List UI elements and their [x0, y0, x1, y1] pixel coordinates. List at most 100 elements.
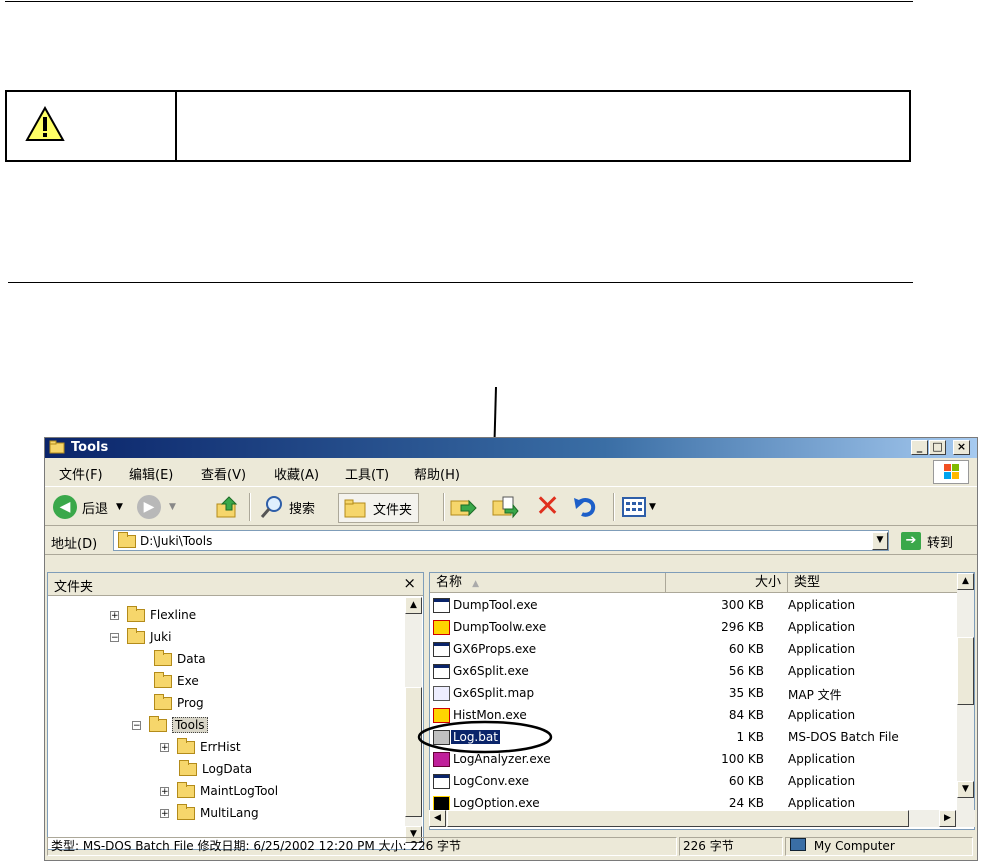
tree-item-prog[interactable]: Prog	[154, 693, 204, 713]
address-dropdown-icon[interactable]: ▼	[872, 532, 888, 550]
tree-item-exe[interactable]: Exe	[154, 671, 199, 691]
status-bar: 类型: MS-DOS Batch File 修改日期: 6/25/2002 12…	[47, 835, 975, 857]
folder-icon	[179, 759, 197, 776]
column-header-type[interactable]: 类型	[788, 573, 958, 593]
toolbar-separator	[443, 493, 445, 521]
column-header-name[interactable]: 名称 ▲	[430, 573, 666, 593]
folder-icon	[177, 803, 195, 820]
dump-tool-icon	[433, 620, 450, 635]
file-type: Application	[788, 774, 856, 788]
tree-item-data[interactable]: Data	[154, 649, 206, 669]
file-name: Gx6Split.exe	[453, 664, 529, 678]
menu-edit[interactable]: 编辑(E)	[129, 464, 173, 483]
expand-icon[interactable]: +	[160, 786, 169, 796]
address-field[interactable]: D:\Juki\Tools	[113, 530, 889, 551]
menu-favorites[interactable]: 收藏(A)	[274, 464, 319, 483]
file-size: 84 KB	[728, 708, 764, 722]
scroll-right-icon[interactable]: ▶	[939, 810, 956, 827]
application-icon	[433, 642, 450, 657]
file-row[interactable]: Gx6Split.exe 56 KB Application	[430, 661, 958, 683]
menu-bar: 文件(F) 编辑(E) 查看(V) 收藏(A) 工具(T) 帮助(H)	[45, 460, 977, 484]
tree-label: Prog	[177, 696, 204, 710]
tree-label: Tools	[172, 717, 208, 733]
back-button[interactable]: ◀ 后退 ▼	[53, 493, 123, 521]
file-row[interactable]: Gx6Split.map 35 KB MAP 文件	[430, 683, 958, 705]
tree-label: LogData	[202, 762, 253, 776]
menu-tools[interactable]: 工具(T)	[345, 464, 389, 483]
title-bar[interactable]: Tools _ □ ×	[45, 438, 977, 458]
file-row[interactable]: DumpTool.exe 300 KB Application	[430, 595, 958, 617]
scroll-down-icon[interactable]: ▼	[957, 781, 974, 798]
file-type: MS-DOS Batch File	[788, 730, 899, 744]
go-label: 转到	[927, 535, 954, 551]
column-header-size[interactable]: 大小	[666, 573, 788, 593]
tree-item-maintlogtool[interactable]: + MaintLogTool	[160, 781, 278, 801]
up-folder-button[interactable]	[215, 493, 239, 521]
expand-icon[interactable]: +	[160, 808, 169, 818]
application-icon	[433, 664, 450, 679]
go-button[interactable]: ➔ 转到	[901, 531, 953, 551]
file-size: 60 KB	[728, 642, 764, 656]
undo-button[interactable]	[573, 493, 599, 521]
tree-item-juki[interactable]: − Juki	[110, 627, 171, 647]
collapse-icon[interactable]: −	[110, 632, 119, 642]
folder-icon	[177, 781, 195, 798]
back-label: 后退	[82, 501, 109, 517]
views-dropdown-icon[interactable]: ▼	[649, 502, 656, 512]
minimize-button[interactable]: _	[911, 440, 928, 455]
scroll-thumb[interactable]	[447, 810, 909, 827]
close-button[interactable]: ×	[953, 440, 970, 455]
file-row[interactable]: LogConv.exe 60 KB Application	[430, 771, 958, 793]
status-info: 类型: MS-DOS Batch File 修改日期: 6/25/2002 12…	[47, 837, 677, 856]
forward-button[interactable]: ▶ ▼	[137, 493, 176, 521]
views-button[interactable]: ▼	[621, 493, 656, 521]
file-list-scrollbar[interactable]: ▲ ▼	[957, 573, 974, 813]
search-label: 搜索	[289, 501, 316, 517]
scroll-up-icon[interactable]: ▲	[405, 597, 422, 614]
tree-label: MaintLogTool	[200, 784, 279, 798]
menu-help[interactable]: 帮助(H)	[414, 464, 460, 483]
folder-pane-title: 文件夹	[54, 580, 94, 595]
tree-item-flexline[interactable]: + Flexline	[110, 605, 196, 625]
forward-dropdown-icon[interactable]: ▼	[169, 502, 176, 512]
search-button[interactable]: 搜索	[259, 493, 315, 521]
file-type: Application	[788, 598, 856, 612]
computer-icon	[790, 838, 806, 851]
top-rule	[5, 1, 913, 2]
tree-item-errhist[interactable]: + ErrHist	[160, 737, 241, 757]
scroll-left-icon[interactable]: ◀	[429, 810, 446, 827]
expand-icon[interactable]: +	[110, 610, 119, 620]
collapse-icon[interactable]: −	[132, 720, 141, 730]
file-name: LogOption.exe	[453, 796, 540, 810]
folder-pane-close-button[interactable]: ×	[403, 574, 416, 592]
application-icon	[433, 774, 450, 789]
tree-item-logdata[interactable]: LogData	[179, 759, 252, 779]
tree-label: Exe	[177, 674, 199, 688]
tree-item-multilang[interactable]: + MultiLang	[160, 803, 259, 823]
file-row[interactable]: GX6Props.exe 60 KB Application	[430, 639, 958, 661]
file-type: MAP 文件	[788, 688, 842, 702]
address-bar: 地址(D) D:\Juki\Tools ▼ ➔ 转到	[45, 527, 977, 555]
expand-icon[interactable]: +	[160, 742, 169, 752]
log-option-icon	[433, 796, 450, 811]
tree-item-tools[interactable]: − Tools	[132, 715, 208, 735]
folder-icon	[154, 693, 172, 710]
file-list-horizontal-scrollbar[interactable]: ◀ ▶	[429, 810, 975, 827]
scroll-thumb[interactable]	[957, 637, 974, 705]
menu-view[interactable]: 查看(V)	[201, 464, 246, 483]
folder-icon	[127, 627, 145, 644]
file-size: 300 KB	[721, 598, 764, 612]
folders-button[interactable]: 文件夹	[338, 493, 420, 523]
tree-label: Data	[177, 652, 206, 666]
status-size: 226 字节	[679, 837, 783, 856]
file-row[interactable]: DumpToolw.exe 296 KB Application	[430, 617, 958, 639]
back-dropdown-icon[interactable]: ▼	[116, 502, 123, 512]
scroll-up-icon[interactable]: ▲	[957, 573, 974, 590]
delete-button[interactable]: ✕	[535, 492, 560, 522]
maximize-button[interactable]: □	[929, 440, 946, 455]
explorer-window: Tools _ □ × 文件(F) 编辑(E) 查看(V) 收藏(A) 工具(T…	[44, 437, 978, 861]
toolbar: ◀ 后退 ▼ ▶ ▼ 搜索 文件夹 ✕ ▼	[45, 486, 977, 526]
move-to-button[interactable]	[449, 493, 477, 521]
menu-file[interactable]: 文件(F)	[59, 464, 103, 483]
copy-to-button[interactable]	[491, 493, 519, 521]
